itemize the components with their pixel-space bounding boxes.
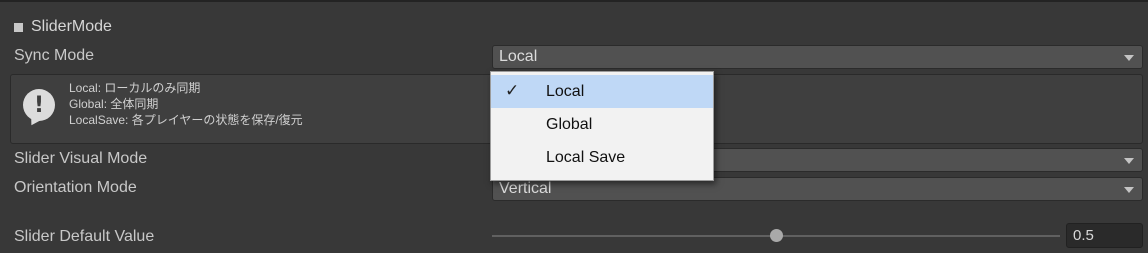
slider-visual-mode-label: Slider Visual Mode: [14, 150, 148, 167]
slider-thumb[interactable]: [769, 229, 783, 242]
menu-item-local[interactable]: ✓ Local: [491, 75, 713, 108]
help-line-localsave: LocalSave: 各プレイヤーの状態を保存/復元: [69, 113, 303, 127]
sync-mode-label: Sync Mode: [14, 47, 95, 64]
square-bullet-icon: [14, 22, 23, 32]
orientation-mode-label: Orientation Mode: [14, 179, 137, 196]
menu-item-global[interactable]: Global: [491, 108, 713, 141]
menu-item-label: Local Save: [546, 149, 626, 166]
menu-item-local-save[interactable]: Local Save: [491, 141, 713, 174]
info-warning-icon: !: [23, 89, 55, 121]
sync-mode-value: Local: [499, 48, 538, 65]
dropdown-arrow-icon: [1124, 158, 1134, 164]
section-title: SliderMode: [31, 18, 112, 35]
help-line-global: Global: 全体同期: [69, 97, 159, 111]
orientation-mode-value: Vertical: [499, 180, 552, 197]
slider-value-field[interactable]: 0.5: [1066, 223, 1143, 248]
section-header: SliderMode: [14, 18, 112, 36]
dropdown-arrow-icon: [1124, 55, 1134, 61]
menu-item-label: Global: [546, 116, 593, 133]
slider-default-value-label: Slider Default Value: [14, 228, 155, 245]
sync-mode-popup-menu: ✓ Local Global Local Save: [490, 71, 714, 181]
sync-mode-dropdown[interactable]: Local: [492, 45, 1143, 69]
dropdown-arrow-icon: [1124, 187, 1134, 193]
help-text: Local: ローカルのみ同期 Global: 全体同期 LocalSave: …: [69, 80, 303, 128]
help-line-local: Local: ローカルのみ同期: [69, 81, 201, 95]
inspector-panel: SliderMode Sync Mode Local ! Local: ローカル…: [0, 0, 1148, 253]
menu-item-label: Local: [546, 83, 585, 100]
checkmark-icon: ✓: [505, 81, 520, 101]
